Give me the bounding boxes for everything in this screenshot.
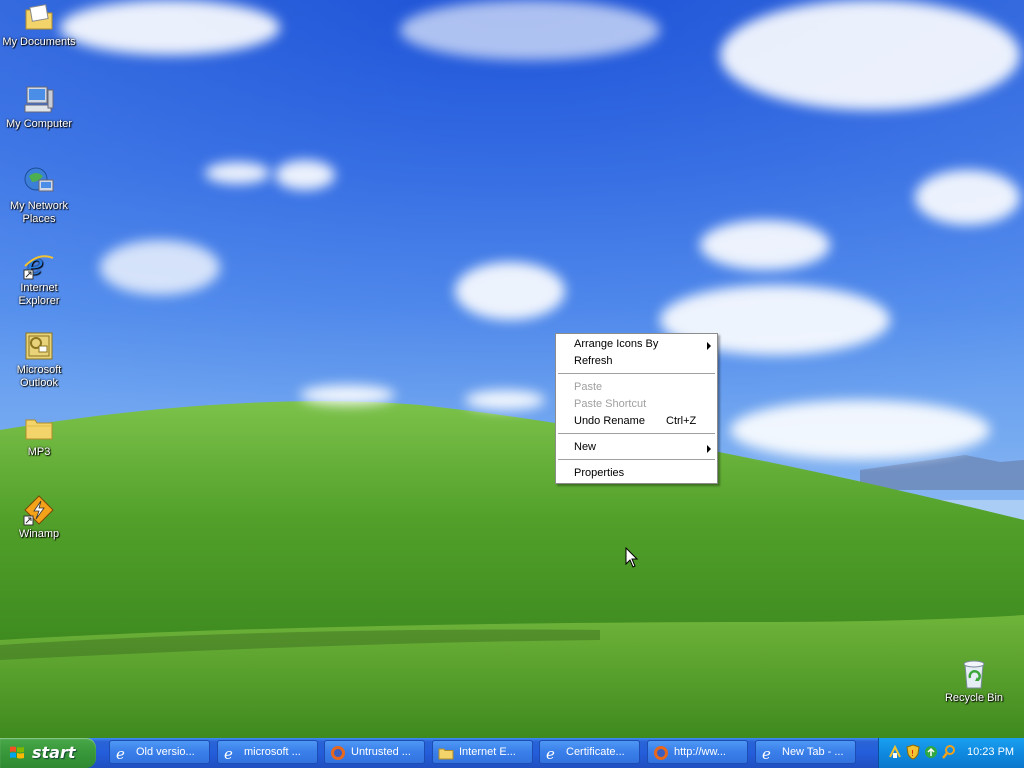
menu-item-label: Paste — [574, 381, 603, 393]
svg-text:e: e — [546, 745, 555, 761]
my-documents-icon — [23, 2, 55, 34]
menu-item-refresh[interactable]: Refresh — [556, 353, 717, 370]
taskbar-clock[interactable]: 10:23 PM — [967, 746, 1014, 758]
network-icon[interactable] — [887, 744, 903, 760]
menu-separator — [558, 373, 715, 374]
submenu-arrow-icon — [707, 342, 711, 350]
menu-separator — [558, 459, 715, 460]
firefox-icon — [331, 746, 345, 760]
desktop-icon-winamp[interactable]: Winamp — [0, 494, 78, 541]
ie-icon: e — [224, 745, 233, 761]
desktop-icon-mp3[interactable]: MP3 — [0, 412, 78, 459]
menu-item-new[interactable]: New — [556, 439, 717, 456]
menu-item-arrange-icons-by[interactable]: Arrange Icons By — [556, 336, 717, 353]
svg-text:e: e — [116, 745, 125, 761]
menu-item-label: Refresh — [574, 355, 613, 367]
cloud — [275, 160, 335, 190]
desktop-icon-label: MP3 — [27, 446, 51, 458]
mouse-cursor-icon — [625, 547, 639, 568]
start-button[interactable]: start — [0, 738, 96, 768]
folder-icon — [438, 748, 454, 760]
taskbar-button-microsoft[interactable]: e microsoft ... — [217, 740, 318, 764]
desktop-icon-label: My Computer — [5, 118, 73, 130]
cloud — [915, 170, 1020, 225]
taskbar-button-label: Old versio... — [136, 746, 195, 758]
taskbar-button-old-versions[interactable]: e Old versio... — [109, 740, 210, 764]
desktop-icon-my-documents[interactable]: My Documents — [0, 2, 78, 49]
internet-explorer-icon: e — [23, 248, 55, 281]
menu-item-label: Paste Shortcut — [574, 398, 647, 410]
outlook-icon — [23, 330, 55, 362]
cloud — [60, 0, 280, 55]
cloud — [700, 220, 830, 270]
network-places-icon — [23, 166, 55, 198]
cloud — [465, 390, 545, 410]
cloud — [455, 262, 565, 320]
windows-logo-icon — [10, 746, 24, 759]
menu-item-paste: Paste — [556, 379, 717, 396]
taskbar-button-label: Untrusted ... — [351, 746, 411, 758]
svg-text:!: ! — [911, 749, 914, 758]
taskbar-button-label: New Tab - ... — [782, 746, 844, 758]
cloud — [300, 385, 395, 405]
menu-separator — [558, 433, 715, 434]
menu-item-undo-rename[interactable]: Undo Rename Ctrl+Z — [556, 413, 717, 430]
taskbar-button-certificate[interactable]: e Certificate... — [539, 740, 640, 764]
menu-item-properties[interactable]: Properties — [556, 465, 717, 482]
svg-text:e: e — [224, 745, 233, 761]
wallpaper-hills — [0, 0, 1024, 738]
firefox-icon — [654, 746, 668, 760]
recycle-bin-icon — [958, 658, 990, 690]
desktop-icon-label: Internet Explorer — [18, 282, 60, 307]
menu-item-paste-shortcut: Paste Shortcut — [556, 396, 717, 413]
taskbar-button-label: http://ww... — [674, 746, 726, 758]
desktop-context-menu: Arrange Icons By Refresh Paste Paste Sho… — [555, 333, 718, 484]
desktop-icon-internet-explorer[interactable]: e Internet Explorer — [0, 248, 78, 308]
my-computer-icon — [23, 84, 55, 116]
menu-item-label: Properties — [574, 467, 625, 479]
desktop-icon-label: My Network Places — [9, 200, 69, 225]
desktop-icon-recycle-bin[interactable]: Recycle Bin — [935, 658, 1013, 705]
taskbar-button-http[interactable]: http://ww... — [647, 740, 748, 764]
desktop-icon-my-network-places[interactable]: My Network Places — [0, 166, 78, 226]
cloud — [400, 0, 660, 60]
submenu-arrow-icon — [707, 445, 711, 453]
system-tray: ! 10:23 PM — [878, 738, 1024, 768]
desktop-icon-label: Microsoft Outlook — [16, 364, 62, 389]
update-icon[interactable] — [923, 744, 939, 760]
security-shield-icon[interactable]: ! — [905, 744, 921, 760]
taskbar-button-new-tab[interactable]: e New Tab - ... — [755, 740, 856, 764]
desktop-icon-label: Winamp — [18, 528, 60, 540]
taskbar-button-internet-explorer-folder[interactable]: Internet E... — [432, 740, 533, 764]
taskbar-button-untrusted[interactable]: Untrusted ... — [324, 740, 425, 764]
menu-item-shortcut: Ctrl+Z — [666, 415, 697, 427]
taskbar: start e Old versio... e microsoft ... Un… — [0, 738, 1024, 768]
desktop-icon-label: My Documents — [2, 36, 76, 48]
menu-item-label: Arrange Icons By — [574, 338, 659, 350]
svg-text:e: e — [762, 745, 771, 761]
desktop-icon-microsoft-outlook[interactable]: Microsoft Outlook — [0, 330, 78, 390]
folder-icon — [23, 412, 55, 444]
cloud — [720, 0, 1020, 110]
ie-icon: e — [116, 745, 125, 761]
cloud — [205, 162, 270, 184]
start-label: start — [32, 743, 76, 762]
desktop-icon-label: Recycle Bin — [944, 692, 1004, 704]
desktop-wallpaper[interactable] — [0, 0, 1024, 738]
desktop-icon-my-computer[interactable]: My Computer — [0, 84, 78, 131]
taskbar-button-label: Internet E... — [459, 746, 516, 758]
winamp-icon — [23, 494, 55, 526]
ie-icon: e — [546, 745, 555, 761]
menu-item-label: New — [574, 441, 597, 453]
taskbar-button-label: Certificate... — [566, 746, 625, 758]
menu-item-label: Undo Rename — [574, 415, 645, 427]
cloud — [730, 400, 990, 460]
taskbar-button-label: microsoft ... — [244, 746, 301, 758]
ie-icon: e — [762, 745, 771, 761]
search-icon[interactable] — [941, 744, 957, 760]
cloud — [100, 240, 220, 295]
